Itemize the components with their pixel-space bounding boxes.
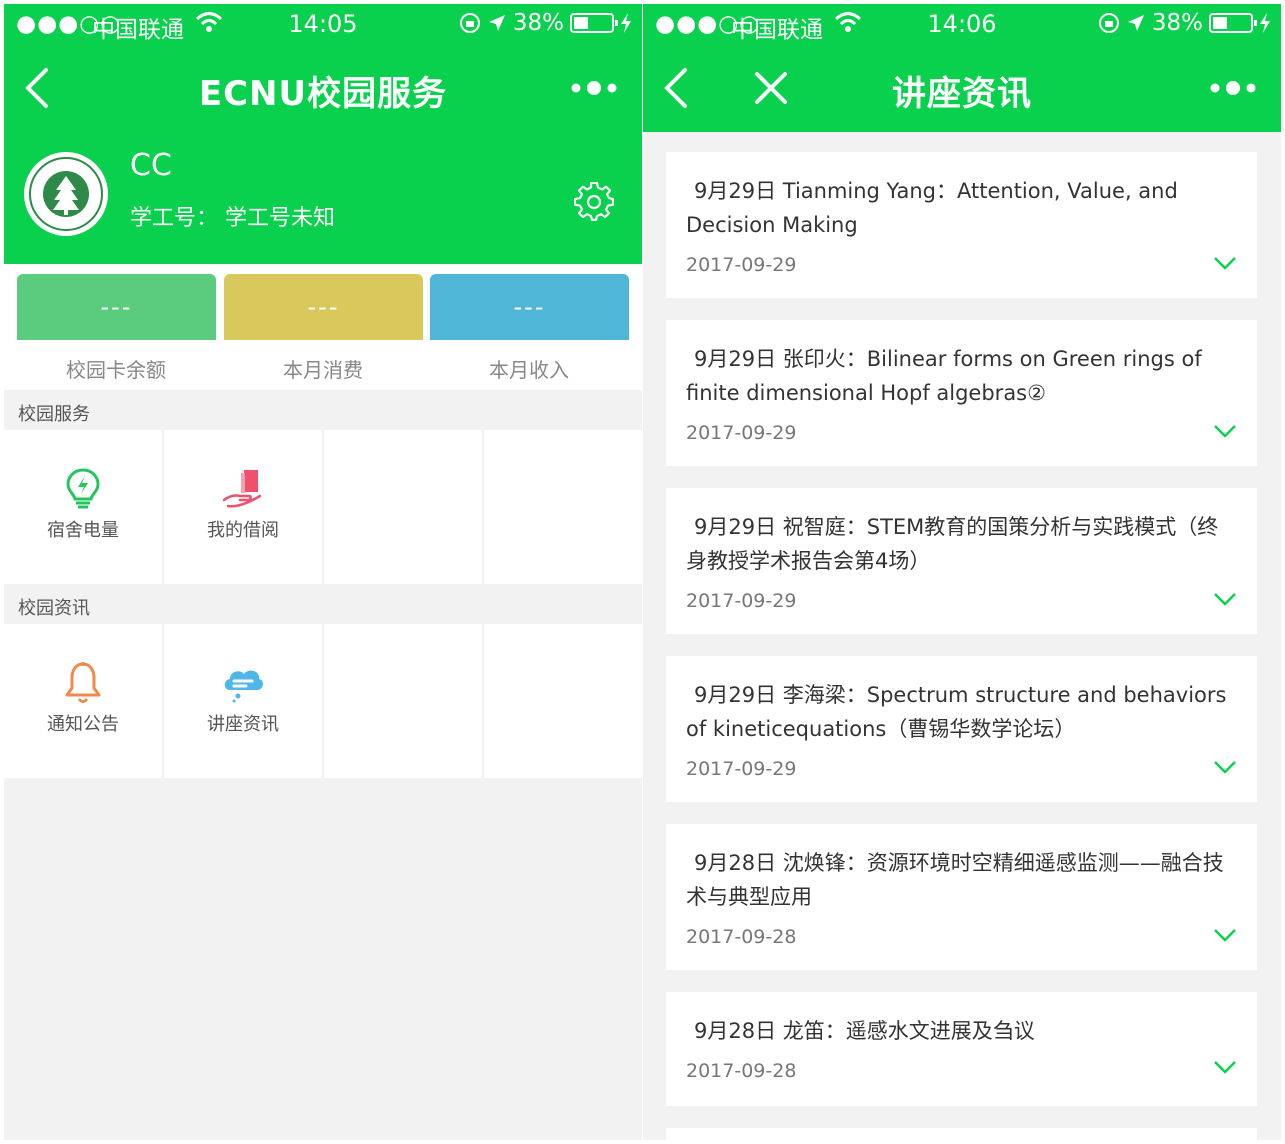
empty-cell [324,624,482,778]
lecture-date: 2017-09-29 [686,590,797,612]
lecture-item[interactable]: 9月28日 沈焕锋：资源环境时空精细遥感监测——融合技术与典型应用 2017-0… [666,824,1257,970]
bulb-icon [66,468,100,509]
rotation-lock-icon [459,13,480,33]
page-title: 讲座资讯 [892,74,1032,114]
battery-level [574,17,588,29]
more-icon[interactable] [1209,80,1257,96]
battery-icon [570,13,618,33]
status-right: 38% [459,10,632,36]
more-icon[interactable] [570,80,618,96]
staff-id: 学工号： 学工号未知 [130,200,335,232]
location-arrow-icon [1127,15,1144,31]
lecture-title: 9月28日 沈焕锋：资源环境时空精细遥感监测——融合技术与典型应用 [686,851,1224,909]
card-balance-label: 校园卡余额 [66,358,166,382]
status-bar: ●●●○○ 中国联通 14:05 38% [4,4,642,44]
service-label: 我的借阅 [207,520,279,541]
charging-icon [1260,13,1270,33]
profile-header: CC 学工号： 学工号未知 [4,132,642,264]
monthly-spending-tile[interactable]: --- [224,274,423,340]
news-notices[interactable]: 通知公告 [4,624,162,778]
news-section-title: 校园资讯 [18,598,90,619]
chevron-down-icon[interactable] [1213,424,1237,438]
battery-percent: 38% [1151,10,1203,36]
chevron-down-icon[interactable] [1213,1060,1237,1074]
empty-cell [484,624,642,778]
lecture-title: 9月29日 Tianming Yang：Attention, Value, an… [686,179,1178,237]
staff-id-label: 学工号： [130,206,219,231]
battery-level [1213,17,1227,29]
lecture-item[interactable]: 9月29日 张印火：Bilinear forms on Green rings … [666,320,1257,466]
lecture-date: 2017-09-28 [686,926,797,948]
book-hand-icon [222,470,262,508]
service-my-borrowing[interactable]: 我的借阅 [164,430,322,584]
lecture-title: 9月29日 祝智庭：STEM教育的国策分析与实践模式（终身教授学术报告会第4场） [686,515,1219,573]
lecture-item[interactable]: 9月28日 龙笛：遥感水文进展及刍议 2017-09-28 [666,992,1257,1106]
status-right: 38% [1098,10,1271,36]
monthly-income-value: --- [513,293,546,321]
card-balance-value: --- [100,293,133,321]
battery-icon [1209,13,1257,33]
news-grid: 通知公告 讲座资讯 [4,624,642,778]
monthly-income-tile[interactable]: --- [430,274,629,340]
service-label: 宿舍电量 [47,520,119,541]
lecture-date: 2017-09-29 [686,758,797,780]
news-label: 讲座资讯 [207,714,279,735]
news-label: 通知公告 [47,714,119,735]
monthly-spending-label: 本月消费 [283,358,363,382]
account-stats: --- --- --- 校园卡余额 本月消费 本月收入 [4,264,642,390]
charging-icon [621,13,631,33]
lecture-date: 2017-09-29 [686,422,797,444]
lecture-item[interactable]: 9月29日 祝智庭：STEM教育的国策分析与实践模式（终身教授学术报告会第4场）… [666,488,1257,634]
card-balance-tile[interactable]: --- [17,274,216,340]
lecture-date: 2017-09-29 [686,254,797,276]
bell-icon [65,662,101,703]
cloud-chat-icon [224,670,263,703]
lecture-title: 9月29日 李海梁：Spectrum structure and behavio… [686,683,1227,741]
university-logo [24,152,108,236]
location-arrow-icon [488,15,505,31]
monthly-spending-value: --- [307,293,340,321]
empty-cell [324,430,482,584]
lecture-title: 9月28日 龙笛：遥感水文进展及刍议 [694,1019,1035,1043]
services-section-title: 校园服务 [18,404,90,425]
chevron-down-icon[interactable] [1213,592,1237,606]
monthly-income-label: 本月收入 [489,358,569,382]
lecture-date: 2017-09-28 [686,1060,797,1082]
lecture-item-partial[interactable] [666,1128,1257,1140]
nav-bar: ECNU校园服务 [4,44,642,132]
battery-percent: 38% [512,10,564,36]
empty-cell [484,430,642,584]
service-dorm-electricity[interactable]: 宿舍电量 [4,430,162,584]
services-grid: 宿舍电量 我的借阅 [4,430,642,584]
page-title: ECNU校园服务 [198,74,448,114]
rotation-lock-icon [1098,13,1119,33]
staff-id-value: 学工号未知 [225,206,336,231]
campus-services-screen: ●●●○○ 中国联通 14:05 38% ECNU校园服务 CC 学工号： 学工… [4,4,642,1140]
status-bar: ●●●○○ 中国联通 14:06 38% [643,4,1281,44]
lectures-screen: ●●●○○ 中国联通 14:06 38% 讲座资讯 9月29日 Tianming… [643,4,1281,1140]
nav-bar: 讲座资讯 [643,44,1281,132]
gear-icon[interactable] [574,182,614,222]
chevron-down-icon[interactable] [1213,928,1237,942]
lecture-title: 9月29日 张印火：Bilinear forms on Green rings … [686,347,1202,405]
chevron-down-icon[interactable] [1213,760,1237,774]
chevron-down-icon[interactable] [1213,256,1237,270]
lecture-item[interactable]: 9月29日 李海梁：Spectrum structure and behavio… [666,656,1257,802]
lecture-item[interactable]: 9月29日 Tianming Yang：Attention, Value, an… [666,152,1257,298]
user-name: CC [130,148,172,183]
news-lectures[interactable]: 讲座资讯 [164,624,322,778]
